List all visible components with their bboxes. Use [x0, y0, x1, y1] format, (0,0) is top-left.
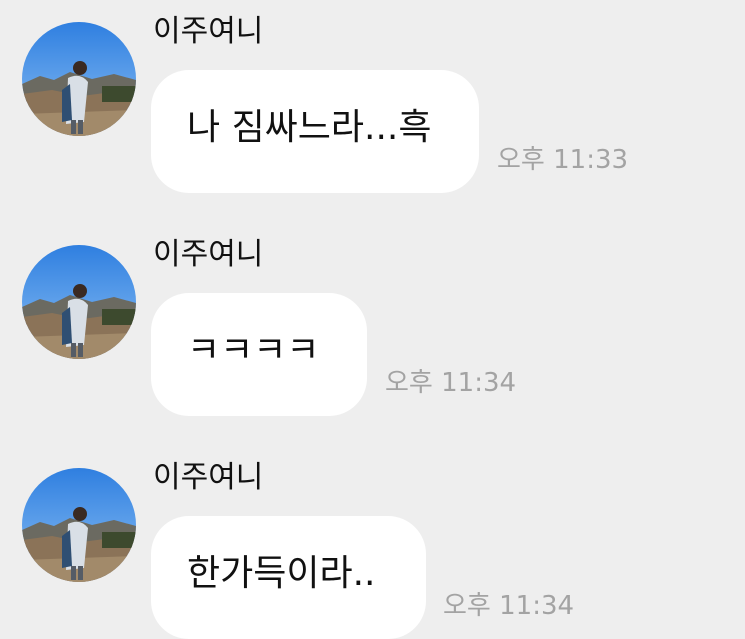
message-text: 한가득이라..: [187, 552, 376, 594]
avatar[interactable]: [22, 245, 136, 359]
sender-name: 이주여니: [153, 237, 264, 272]
message-text: ㅋㅋㅋㅋ: [187, 329, 320, 371]
message-bubble[interactable]: 한가득이라..: [151, 516, 426, 639]
message-text: 나 짐싸느라...흑: [187, 106, 432, 148]
avatar-photo-icon: [22, 468, 136, 582]
message-time: 오후 11:34: [443, 591, 575, 621]
sender-name: 이주여니: [153, 460, 264, 495]
avatar-photo-icon: [22, 245, 136, 359]
avatar[interactable]: [22, 22, 136, 136]
avatar[interactable]: [22, 468, 136, 582]
chat-list[interactable]: 이주여니 나 짐싸느라...흑 오후 11:33 이주여니 ㅋㅋㅋㅋ 오후 11…: [0, 0, 745, 639]
message-bubble[interactable]: 나 짐싸느라...흑: [151, 70, 479, 193]
message-time: 오후 11:33: [497, 145, 629, 175]
message-time: 오후 11:34: [385, 368, 517, 398]
avatar-photo-icon: [22, 22, 136, 136]
message-bubble[interactable]: ㅋㅋㅋㅋ: [151, 293, 367, 416]
sender-name: 이주여니: [153, 14, 264, 49]
